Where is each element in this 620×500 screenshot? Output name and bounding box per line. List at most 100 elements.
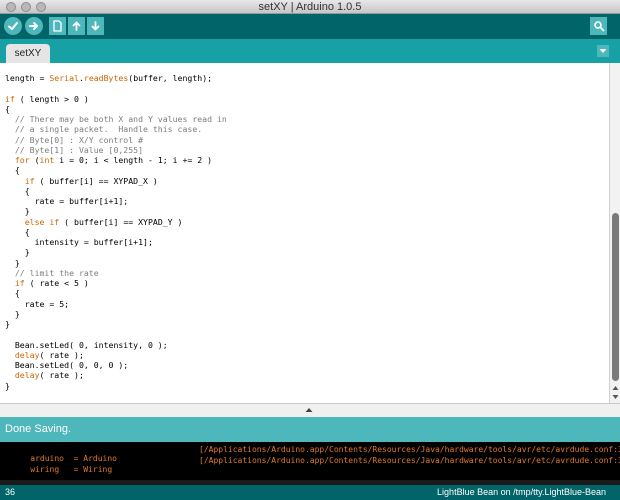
code-line[interactable]: } [5,309,227,319]
code-token: i = 0; i < length - 1; i += 2 ) [54,155,213,165]
tab-setxy[interactable]: setXY [6,44,50,63]
code-token: { [5,226,30,237]
code-token: ( buffer[i] == XYPAD_Y ) [59,216,183,227]
code-token: intensity = buffer[i+1]; [5,237,153,247]
code-line[interactable]: } [5,206,227,216]
code-keyword: Serial [49,73,79,83]
code-line[interactable]: Bean.setLed( 0, 0, 0 ); [5,360,227,370]
chevron-up-icon[interactable] [305,407,313,413]
title-bar: setXY | Arduino 1.0.5 [0,0,620,14]
tab-bar: setXY [0,39,620,63]
code-line[interactable]: // limit the rate [5,268,227,278]
code-line[interactable]: // There may be both X and Y values read… [5,114,227,124]
code-line[interactable]: { [5,165,227,175]
tab-menu-button[interactable] [597,45,609,57]
upload-button[interactable] [25,17,43,35]
code-token: { [5,288,20,299]
code-line[interactable]: { [5,186,227,196]
code-editor[interactable]: length = Serial.readBytes(buffer, length… [0,63,609,403]
arrow-down-icon [91,21,100,31]
console-line-path: [/Applications/Arduino.app/Contents/Reso… [199,445,620,454]
code-line[interactable]: delay( rate ); [5,350,227,360]
arrow-right-icon [29,22,38,30]
code-line[interactable] [5,329,227,339]
board-port-label: LightBlue Bean on /tmp/tty.LightBlue-Bea… [437,487,606,497]
editor-console-splitter[interactable] [0,403,620,417]
code-text[interactable]: length = Serial.readBytes(buffer, length… [5,73,227,391]
code-keyword: int [39,155,55,165]
code-token: } [5,247,30,258]
code-keyword: delay [14,370,40,381]
code-line[interactable]: { [5,288,227,298]
code-line[interactable]: } [5,258,227,268]
code-line[interactable]: // a single packet. Handle this case. [5,124,227,134]
checkmark-icon [8,22,18,30]
scrollbar-thumb[interactable] [612,213,619,381]
code-token: Bean.setLed( 0, 0, 0 ); [5,360,129,370]
code-line[interactable]: } [5,319,227,329]
new-file-icon [53,20,62,32]
verify-button[interactable] [4,17,22,35]
console-output[interactable]: arduino = Arduino [/Applications/Arduino… [0,442,620,485]
code-keyword: delay [14,349,40,360]
code-line[interactable]: if ( length > 0 ) [5,94,227,104]
code-keyword: readBytes [83,73,129,83]
code-token: } [5,319,10,329]
code-line[interactable]: delay( rate ); [5,370,227,380]
code-keyword: if [24,175,35,186]
code-line[interactable]: intensity = buffer[i+1]; [5,237,227,247]
code-keyword: if [49,216,60,227]
code-line[interactable]: } [5,247,227,257]
open-button[interactable] [68,17,85,35]
new-button[interactable] [49,17,66,35]
console-line-path: [/Applications/Arduino.app/Contents/Reso… [199,456,620,465]
code-token: { [5,103,10,114]
code-line[interactable]: // Byte[1] : Value [0,255] [5,145,227,155]
scroll-up-icon[interactable] [612,385,619,391]
code-token: ( rate ); [39,370,84,381]
code-comment: // There may be both X and Y values read… [14,114,227,124]
code-token: } [5,380,10,391]
code-line[interactable]: length = Serial.readBytes(buffer, length… [5,73,227,83]
code-line[interactable]: if ( rate < 5 ) [5,278,227,288]
code-token: } [5,257,20,268]
code-comment: // Byte[0] : X/Y control # [14,134,144,145]
code-keyword: if [5,93,15,104]
code-token: Bean.setLed( 0, intensity, 0 ); [5,339,168,350]
serial-monitor-button[interactable] [590,17,607,35]
code-token: } [5,206,30,217]
code-comment: // limit the rate [14,267,99,278]
code-line[interactable]: if ( buffer[i] == XYPAD_X ) [5,176,227,186]
code-line[interactable]: { [5,104,227,114]
code-line[interactable]: rate = 5; [5,299,227,309]
toolbar [0,14,620,39]
line-number: 36 [5,487,16,497]
save-button[interactable] [87,17,104,35]
code-comment: // Byte[1] : Value [0,255] [14,144,144,155]
chevron-down-icon [599,49,607,53]
code-line[interactable]: rate = buffer[i+1]; [5,196,227,206]
code-line[interactable]: for (int i = 0; i < length - 1; i += 2 ) [5,155,227,165]
code-line[interactable]: } [5,381,227,391]
code-line[interactable]: else if ( buffer[i] == XYPAD_Y ) [5,217,227,227]
code-keyword: for [14,155,30,165]
code-line[interactable] [5,83,227,93]
code-line[interactable]: // Byte[0] : X/Y control # [5,135,227,145]
code-comment: // a single packet. Handle this case. [14,124,203,135]
code-token: ( [29,155,40,165]
code-line[interactable]: { [5,227,227,237]
code-token: ( length > 0 ) [14,93,89,104]
scroll-down-icon[interactable] [612,394,619,400]
code-token: { [5,185,30,196]
editor-vertical-scrollbar[interactable] [609,63,620,403]
code-keyword: if [14,278,25,288]
code-line[interactable]: Bean.setLed( 0, intensity, 0 ); [5,340,227,350]
